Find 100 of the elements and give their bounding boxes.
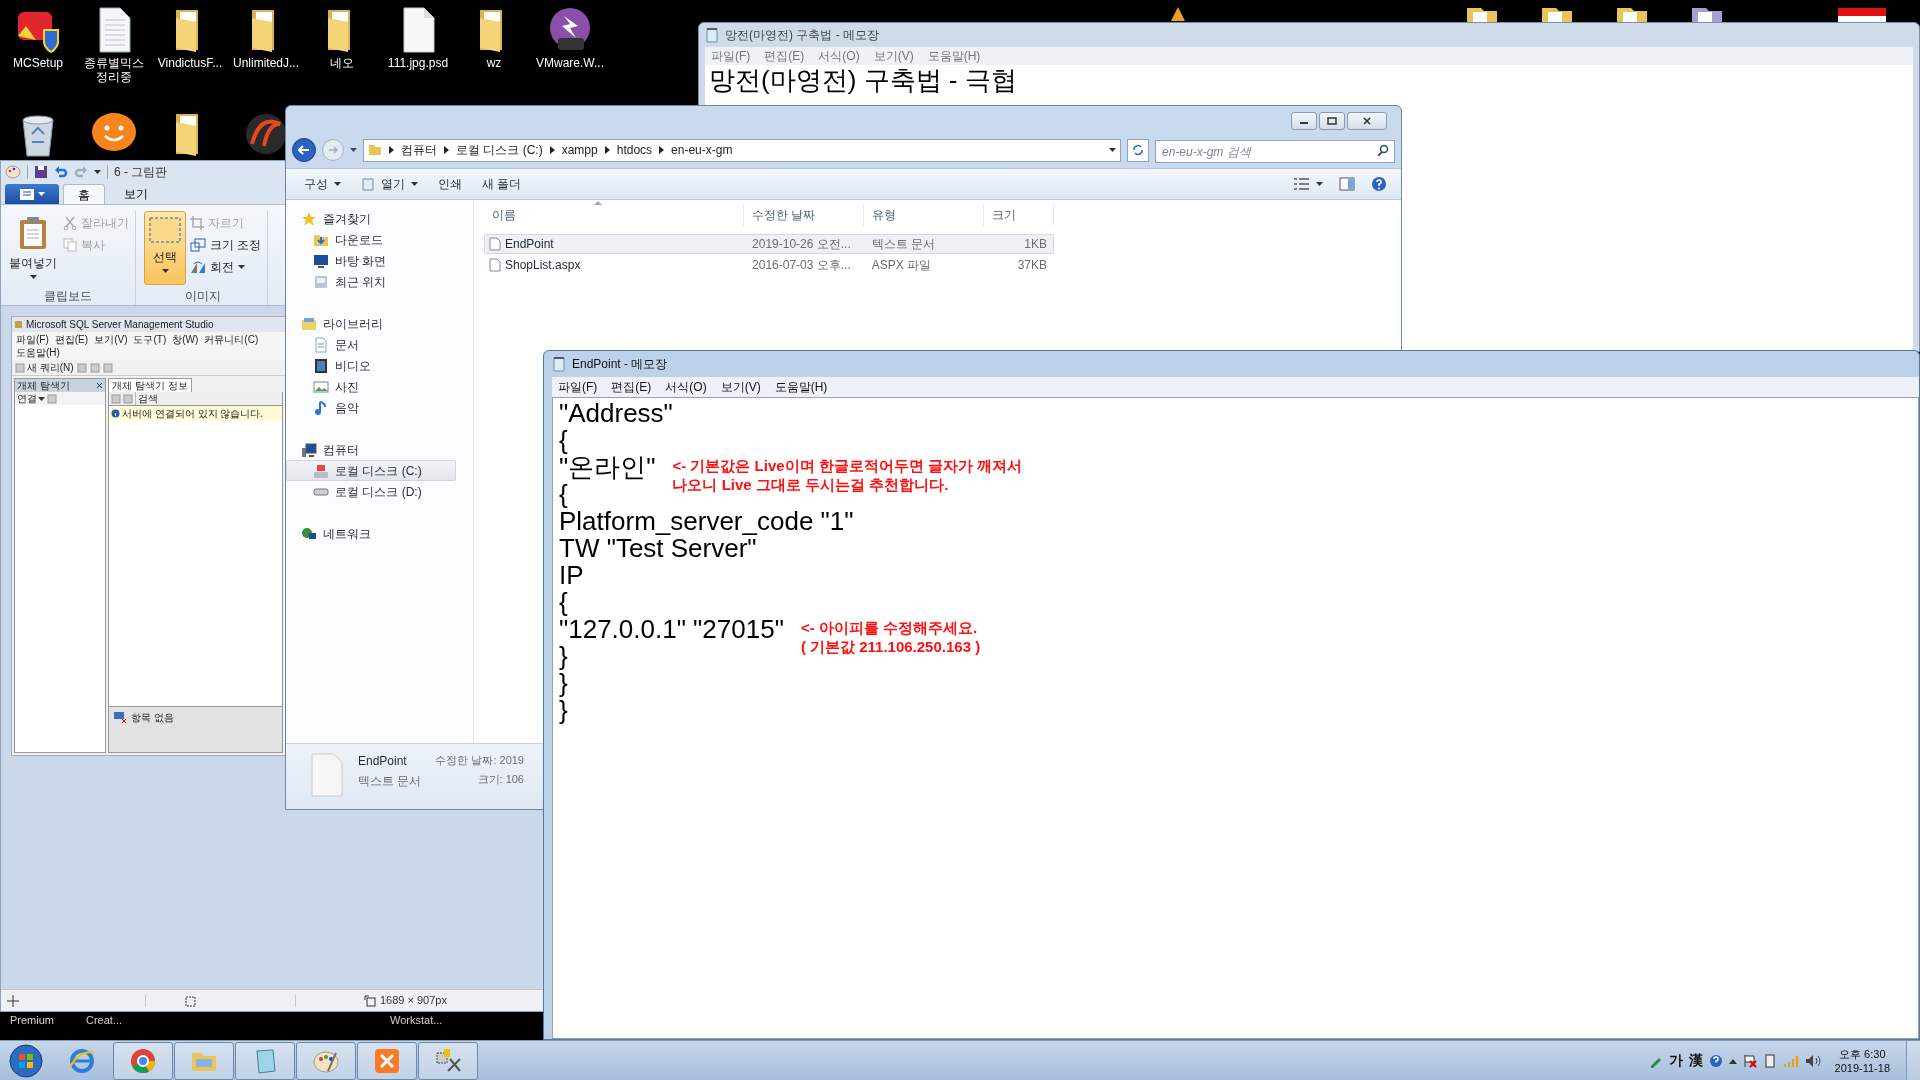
desktop-icon-label[interactable]: Workstat... — [390, 1012, 443, 1029]
nav-item[interactable]: 최근 위치 — [286, 271, 456, 292]
nav-item[interactable]: 사진 — [286, 376, 456, 397]
help-button[interactable] — [1708, 1053, 1723, 1068]
nav-item[interactable]: 다운로드 — [286, 229, 456, 250]
menu-item[interactable]: 보기(V) — [873, 47, 914, 65]
desktop-icon-label[interactable]: 111.jpg.psd — [382, 56, 454, 70]
column-header[interactable]: 크기 — [984, 204, 1054, 226]
nav-item[interactable]: 로컬 디스크 (D:) — [286, 481, 456, 502]
desktop-icon-label[interactable]: Premium — [10, 1012, 54, 1029]
column-header[interactable]: 수정한 날짜 — [744, 204, 864, 226]
desktop-icon-label[interactable]: 종류별믹스 정리중 — [78, 56, 150, 84]
menu-item[interactable]: 창(W) — [172, 333, 199, 346]
clock[interactable]: 오후 6:30 2019-11-18 — [1826, 1046, 1898, 1075]
taskbar-button[interactable] — [113, 1041, 173, 1080]
menu-item[interactable]: 파일(F) — [558, 378, 598, 396]
minimize-button[interactable] — [1291, 112, 1317, 130]
breadcrumb-item[interactable]: 로컬 디스크 (C:) — [456, 141, 543, 159]
tab[interactable]: 보기 — [109, 184, 163, 204]
notepad-icon — [705, 27, 719, 43]
save-button[interactable] — [34, 165, 48, 179]
menu-item[interactable]: 편집(E) — [54, 333, 89, 346]
undo-button[interactable] — [54, 165, 68, 179]
menu-item[interactable]: 도구(T) — [133, 333, 167, 346]
text-editor[interactable]: "Address" { "온라인" <- 기본값은 Live이며 한글로적어두면 글자가 깨져서 나오니 Live 그대로 두시는걸 추천합니다. { Platform_server_code "1" TW "Test Server" IP { "127.0.0.1" "27015" <- 아이피를 수정해주세요. ( 기본값 211.106.250.163 ) } } } — [552, 397, 1919, 1039]
toolbar-button[interactable]: 열기 — [353, 172, 426, 196]
nav-item[interactable]: 비디오 — [286, 355, 456, 376]
file-row[interactable]: EndPoint 2019-10-26 오전... 텍스트 문서 1KB — [484, 234, 1054, 254]
menu-item[interactable]: 도움말(H) — [774, 378, 828, 396]
menu-item[interactable]: 서식(O) — [818, 47, 860, 65]
pane-icon — [1339, 177, 1355, 191]
toolbar-button[interactable]: 인쇄 — [430, 172, 470, 196]
nav-item[interactable]: 문서 — [286, 334, 456, 355]
ime-button[interactable]: 漢 — [1688, 1050, 1703, 1071]
paste-button[interactable]: 붙여넣기 — [7, 211, 59, 285]
save-icon — [34, 165, 48, 179]
taskbar-button[interactable] — [357, 1041, 417, 1080]
menu-item[interactable]: 도움말(H) — [927, 47, 981, 65]
start-orb-icon — [9, 1043, 43, 1078]
breadcrumb-item[interactable]: en-eu-x-gm — [671, 141, 733, 159]
breadcrumb-item[interactable]: 컴퓨터 — [401, 141, 437, 159]
nav-item[interactable]: 네트워크 — [286, 523, 456, 544]
menu-item[interactable]: 편집(E) — [611, 378, 652, 396]
menu-item[interactable]: 커뮤니티(C) — [204, 333, 259, 346]
search-field[interactable]: en-eu-x-gm 검색 — [1155, 140, 1395, 163]
text-line: { — [559, 479, 568, 509]
breadcrumb-item[interactable]: xampp — [561, 141, 598, 159]
desktop-icon-label[interactable]: VindictusF... — [154, 56, 226, 70]
desktop-icon-label[interactable]: MCSetup — [2, 56, 74, 70]
tab[interactable]: 개체 탐색기 정보 — [108, 378, 192, 392]
file-row[interactable]: ShopList.aspx 2016-07-03 오후... ASPX 파일 37KB — [484, 255, 1054, 275]
taskbar-button[interactable] — [174, 1041, 234, 1080]
column-header[interactable]: 이름 — [484, 204, 744, 226]
menu-item[interactable]: 편집(E) — [764, 47, 805, 65]
desktop-icon-label[interactable]: UnlimitedJ... — [230, 56, 302, 70]
nav-item[interactable]: 즐겨찾기 — [286, 208, 456, 229]
toolbar-button[interactable]: 새 폴더 — [474, 172, 530, 196]
menu-item[interactable]: 도움말(H) — [16, 346, 60, 359]
nav-item[interactable]: 컴퓨터 — [286, 439, 456, 460]
tray-arrow-button[interactable] — [1728, 1057, 1737, 1064]
taskbar-button[interactable] — [418, 1041, 478, 1080]
menu-item[interactable]: 파일(F) — [16, 333, 49, 346]
app-menu-button[interactable] — [5, 184, 59, 204]
nav-item[interactable]: 라이브러리 — [286, 313, 456, 334]
query-icon — [15, 362, 25, 373]
back-button[interactable] — [292, 138, 316, 162]
history-button[interactable] — [350, 148, 357, 152]
taskbar-button[interactable] — [296, 1041, 356, 1080]
desktop-icon-label[interactable]: VMware.W... — [534, 56, 606, 70]
empty-message: 항목 없음 — [131, 711, 174, 724]
breadcrumb-item[interactable]: htdocs — [616, 141, 653, 159]
refresh-button[interactable] — [1127, 138, 1149, 162]
new-query-button[interactable]: 새 쿼리(N) — [15, 361, 74, 374]
ribbon-button[interactable]: 크기 조정 — [190, 235, 262, 255]
taskbar-button[interactable] — [235, 1041, 295, 1080]
tray-icon[interactable] — [1742, 1053, 1757, 1068]
maximize-button[interactable] — [1319, 112, 1345, 130]
menu-item[interactable]: 파일(F) — [711, 47, 751, 65]
select-button[interactable]: 선택 — [144, 211, 186, 285]
customize-button[interactable] — [94, 170, 101, 174]
close-button[interactable] — [1347, 112, 1387, 130]
ribbon-button[interactable]: 회전 — [190, 257, 262, 277]
toolbar-button[interactable]: 구성 — [296, 172, 349, 196]
menu-item[interactable]: 보기(V) — [94, 333, 128, 346]
ime-button[interactable]: 가 — [1668, 1050, 1683, 1071]
file-icon — [489, 258, 501, 272]
column-header[interactable]: 유형 — [864, 204, 984, 226]
volume-icon[interactable] — [1804, 1053, 1821, 1068]
desktop-icon-label[interactable]: Creat... — [86, 1012, 123, 1029]
nav-item[interactable]: 음악 — [286, 397, 456, 418]
desktop-icon-label[interactable]: wz — [458, 56, 530, 70]
tab[interactable]: 홈 — [63, 184, 105, 204]
nav-item[interactable]: 로컬 디스크 (C:) — [286, 460, 456, 481]
desktop-icon-label[interactable]: 네오 — [306, 56, 378, 70]
network-globe-icon — [301, 525, 317, 542]
tray-icon[interactable] — [1762, 1053, 1777, 1068]
menu-item[interactable]: 보기(V) — [720, 378, 761, 396]
menu-item[interactable]: 서식(O) — [665, 378, 707, 396]
caret-icon — [238, 265, 245, 269]
nav-item[interactable]: 바탕 화면 — [286, 250, 456, 271]
